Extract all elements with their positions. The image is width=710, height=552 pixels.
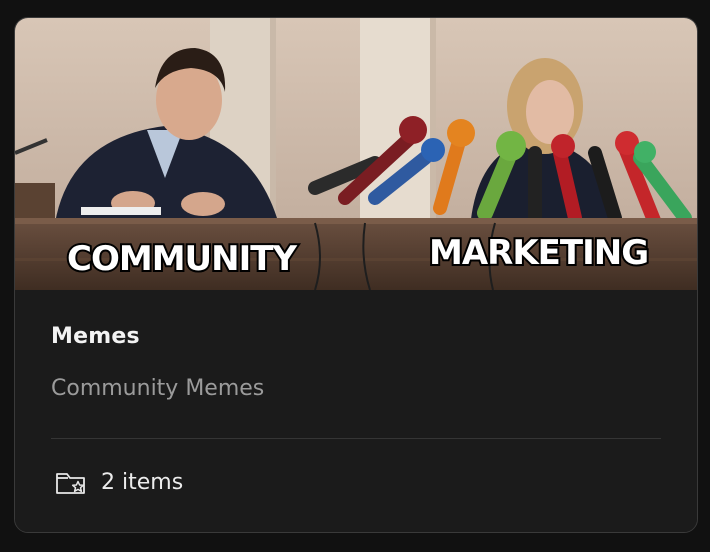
divider bbox=[51, 438, 661, 439]
item-count: 2 items bbox=[101, 469, 184, 495]
meme-image: COMMUNITY MARKETING bbox=[15, 18, 697, 290]
collection-thumbnail: COMMUNITY MARKETING bbox=[15, 18, 697, 290]
folder-star-icon bbox=[56, 473, 85, 494]
left-caption: COMMUNITY bbox=[67, 239, 297, 279]
item-count-row: 2 items bbox=[55, 468, 183, 496]
collection-description: Community Memes bbox=[51, 376, 265, 401]
right-caption: MARKETING bbox=[429, 233, 648, 273]
collection-title: Memes bbox=[51, 324, 140, 349]
card-body: Memes Community Memes 2 items bbox=[15, 290, 697, 532]
collection-card[interactable]: COMMUNITY MARKETING Memes Community Meme… bbox=[14, 17, 698, 533]
